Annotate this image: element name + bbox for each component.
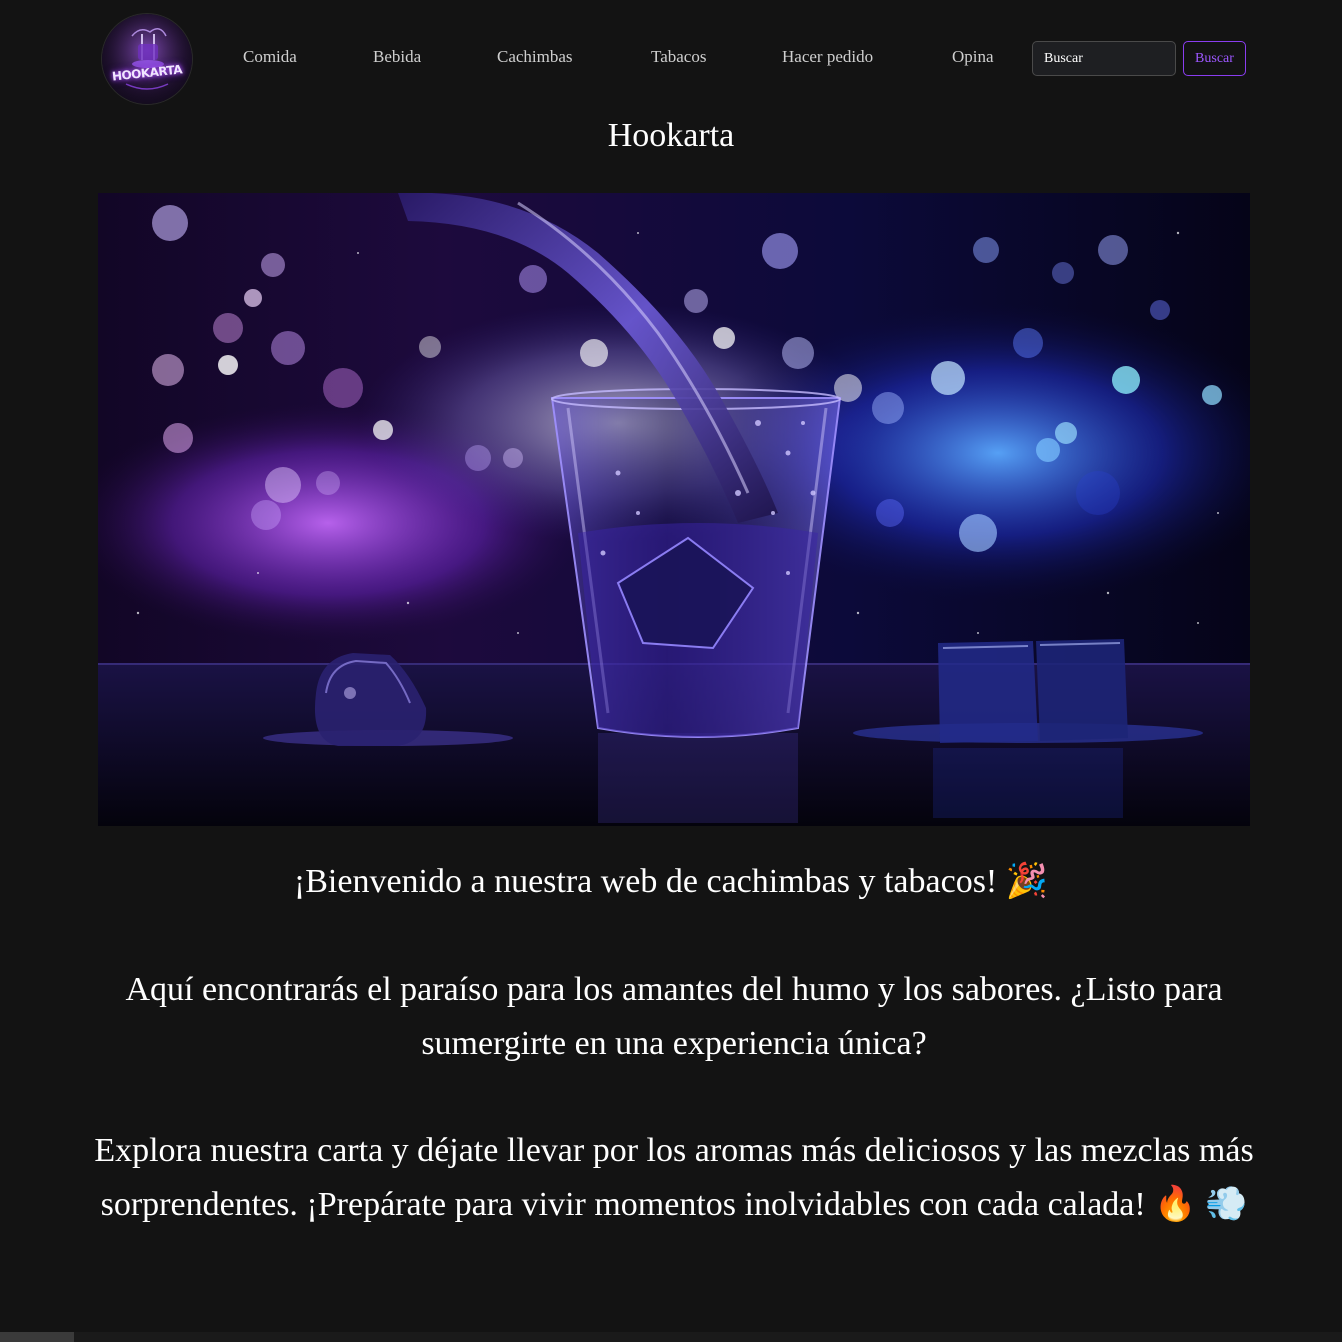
hookah-logo-icon — [102, 14, 192, 104]
explore-paragraph: Explora nuestra carta y déjate llevar po… — [94, 1132, 1254, 1223]
hero-drink-glass-image — [98, 193, 1250, 826]
nav-link-opina[interactable]: Opina — [952, 46, 994, 68]
hero-image — [98, 193, 1250, 826]
nav-link-bebida[interactable]: Bebida — [373, 46, 421, 68]
nav-link-tabacos[interactable]: Tabacos — [651, 46, 706, 68]
page: HOOKARTA Comida Bebida Cachimbas Tabacos… — [0, 0, 1342, 1342]
search-button[interactable]: Buscar — [1183, 41, 1246, 76]
nav-link-hacer-pedido[interactable]: Hacer pedido — [782, 46, 873, 68]
logo[interactable]: HOOKARTA — [102, 14, 192, 104]
taskbar-start — [0, 1332, 74, 1342]
page-title: Hookarta — [607, 117, 735, 154]
search-input[interactable] — [1032, 41, 1176, 76]
nav-link-comida[interactable]: Comida — [243, 46, 297, 68]
welcome-text: ¡Bienvenido a nuestra web de cachimbas y… — [293, 863, 1049, 900]
intro-paragraph: Aquí encontrarás el paraíso para los ama… — [125, 971, 1223, 1062]
navbar: HOOKARTA Comida Bebida Cachimbas Tabacos… — [0, 0, 1342, 116]
nav-link-cachimbas[interactable]: Cachimbas — [497, 46, 573, 68]
taskbar — [74, 1332, 1342, 1342]
